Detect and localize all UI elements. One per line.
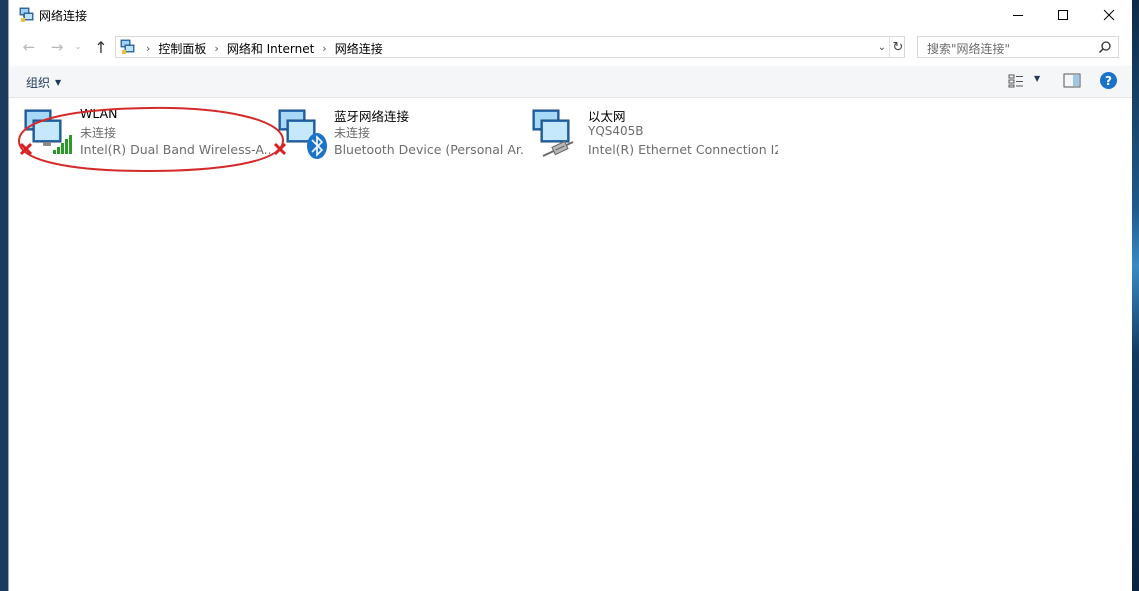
search-icon[interactable] [1098,40,1112,54]
ethernet-cable-icon [542,140,574,157]
control-panel-icon [120,39,135,54]
title-bar: 网络连接 [9,0,1132,30]
breadcrumb-separator-icon[interactable]: › [214,42,218,55]
back-button[interactable]: ← [19,37,39,57]
command-bar: 组织 ▼ ▼ ? [9,66,1132,98]
ethernet-adapter-icon [532,109,574,157]
view-options-chevron-icon[interactable]: ▼ [1034,74,1040,83]
connection-name: 以太网 [588,109,626,124]
search-box[interactable]: 搜索"网络连接" [917,36,1119,58]
network-connections-icon [19,7,34,22]
connection-status: YQS405B [588,124,644,138]
connections-list: WLAN 未连接 Intel(R) Dual Band Wireless-A..… [9,98,1132,591]
close-button[interactable] [1086,0,1132,30]
address-bar[interactable]: › 控制面板 › 网络和 Internet › 网络连接 ⌄ ↻ [115,36,905,58]
address-dropdown-button[interactable]: ⌄ [874,37,890,57]
forward-button[interactable]: → [47,37,67,57]
disconnected-x-icon [273,142,287,156]
connection-item-bluetooth[interactable]: 蓝牙网络连接 未连接 Bluetooth Device (Personal Ar… [271,106,524,162]
maximize-icon [1058,10,1068,20]
organize-menu-button[interactable]: 组织 ▼ [26,74,61,91]
connection-device: Intel(R) Dual Band Wireless-A... [80,142,270,157]
bluetooth-icon [307,133,327,159]
help-icon[interactable]: ? [1100,72,1117,89]
minimize-button[interactable] [995,0,1041,30]
connection-status: 未连接 [334,126,371,140]
close-icon [1103,9,1115,21]
breadcrumb-separator-icon[interactable]: › [322,42,326,55]
refresh-button[interactable]: ↻ [889,37,906,57]
breadcrumb-separator-icon[interactable]: › [146,42,150,55]
connection-item-wlan[interactable]: WLAN 未连接 Intel(R) Dual Band Wireless-A..… [17,106,270,162]
connection-name: 蓝牙网络连接 [334,109,410,124]
preview-pane-icon[interactable] [1063,73,1081,88]
connection-name: WLAN [80,106,118,121]
search-placeholder[interactable]: 搜索"网络连接" [927,40,1010,57]
breadcrumb-control-panel[interactable]: 控制面板 [158,40,206,57]
window-title: 网络连接 [39,9,88,23]
organize-label: 组织 [26,76,51,90]
breadcrumb: › 控制面板 › 网络和 Internet › 网络连接 [138,40,383,57]
connection-device: Bluetooth Device (Personal Ar... [334,142,524,157]
chevron-down-icon: ▼ [55,78,62,87]
bluetooth-adapter-icon [273,109,327,159]
connection-device: Intel(R) Ethernet Connection I2... [588,142,778,157]
up-button[interactable]: ↑ [91,37,111,57]
connection-item-ethernet[interactable]: 以太网 YQS405B Intel(R) Ethernet Connection… [525,106,778,162]
navigation-bar: ← → ⌄ ↑ › 控制面板 › 网络和 Internet › 网络连接 ⌄ ↻ [9,34,1132,60]
minimize-icon [1013,15,1023,16]
disconnected-x-icon [19,142,33,156]
recent-locations-button[interactable]: ⌄ [72,37,84,57]
change-view-icon[interactable] [1008,74,1026,88]
desktop-background-strip [1131,0,1139,591]
explorer-window: 网络连接 ← → ⌄ ↑ › 控制面板 › 网络和 Internet › 网络连… [8,0,1132,591]
maximize-button[interactable] [1040,0,1086,30]
breadcrumb-network-connections[interactable]: 网络连接 [335,40,383,57]
breadcrumb-network-internet[interactable]: 网络和 Internet [227,40,314,57]
wireless-adapter-icon [19,109,72,156]
connection-status: 未连接 [80,126,117,140]
